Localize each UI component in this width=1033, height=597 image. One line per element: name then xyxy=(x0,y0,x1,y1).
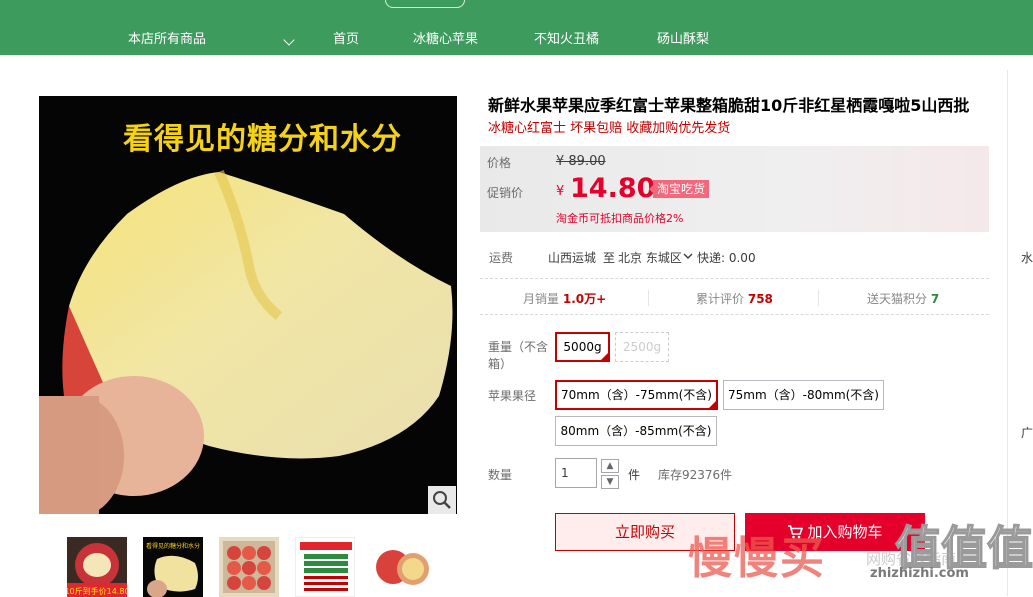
thumb-apple-halves xyxy=(376,550,429,585)
nav-home[interactable]: 首页 xyxy=(333,31,359,49)
thumb-apple-box xyxy=(223,541,275,593)
watermark-url: zhizhizhi.com xyxy=(870,566,969,581)
apple-slice-illustration xyxy=(39,169,453,514)
main-product-image[interactable]: 看得见的糖分和水分 xyxy=(39,96,457,514)
weight-option-2500g[interactable]: 2500g xyxy=(615,332,669,362)
magnifier-icon xyxy=(433,491,451,509)
stat-separator xyxy=(818,290,819,306)
promo-price: 14.80 xyxy=(570,173,656,204)
thumbnail-5[interactable] xyxy=(371,537,431,597)
monthly-sales-label: 月销量 xyxy=(523,292,560,306)
nav-orange[interactable]: 不知火丑橘 xyxy=(534,31,599,49)
zoom-button[interactable] xyxy=(428,486,456,514)
chevron-down-icon[interactable] xyxy=(283,34,295,46)
thumb-price-text: 10斤到手价14.80 xyxy=(67,586,127,596)
diameter-option-80-85[interactable]: 80mm（含）-85mm(不含) xyxy=(555,416,717,446)
original-price: ¥ 89.00 xyxy=(556,154,606,169)
monthly-sales: 月销量 1.0万+ xyxy=(523,290,606,307)
tmall-points-value: 7 xyxy=(930,292,940,306)
ship-destination[interactable]: 北京 东城区 xyxy=(618,249,682,266)
divider xyxy=(480,278,989,279)
diameter-label: 苹果果径 xyxy=(488,389,537,403)
shipping-label: 运费 xyxy=(489,251,514,265)
quantity-label: 数量 xyxy=(488,468,513,482)
favorite-pill[interactable] xyxy=(385,0,465,8)
side-panel-text: 广 xyxy=(1021,426,1033,440)
top-nav: 本店所有商品 首页 冰糖心苹果 不知火丑橘 砀山酥梨 xyxy=(0,0,1033,55)
price-label: 价格 xyxy=(487,156,512,170)
thumbnail-3[interactable] xyxy=(219,537,279,597)
thumbnail-4[interactable] xyxy=(295,537,355,597)
thumb-caption-text: 看得见的糖分和水分 xyxy=(146,542,200,550)
nav-all-products[interactable]: 本店所有商品 xyxy=(128,31,206,49)
nav-apple[interactable]: 冰糖心苹果 xyxy=(413,31,478,49)
diameter-option-70-75[interactable]: 70mm（含）-75mm(不含) xyxy=(555,380,718,410)
quantity-unit: 件 xyxy=(628,468,641,482)
quantity-input[interactable]: 1 xyxy=(555,458,597,488)
thumb-apple-slice: 看得见的糖分和水分 xyxy=(146,542,200,597)
coin-discount-note: 淘金币可抵扣商品价格2% xyxy=(556,212,684,225)
product-title: 新鲜水果苹果应季红富士苹果整箱脆甜10斤非红星栖霞嘎啦5山西批 xyxy=(488,96,970,115)
ship-to: 至 xyxy=(603,251,616,265)
quantity-decrease-button[interactable]: ▼ xyxy=(601,475,619,489)
ship-origin: 山西运城 xyxy=(548,251,597,265)
quantity-increase-button[interactable]: ▲ xyxy=(601,459,619,473)
diameter-option-75-80[interactable]: 75mm（含）-80mm(不含) xyxy=(723,380,884,410)
product-subtitle: 冰糖心红富士 坏果包赔 收藏加购优先发货 xyxy=(488,121,731,136)
express-fee: 快递: 0.00 xyxy=(697,251,756,265)
tmall-points-label: 送天猫积分 xyxy=(867,292,928,306)
promo-price-label: 促销价 xyxy=(487,186,524,200)
monthly-sales-value: 1.0万+ xyxy=(562,292,607,306)
review-count[interactable]: 累计评价 758 xyxy=(696,290,773,307)
chevron-down-icon[interactable] xyxy=(683,251,693,261)
divider xyxy=(480,314,989,315)
review-count-label: 累计评价 xyxy=(696,292,745,306)
side-panel-text: 水 xyxy=(1021,251,1033,265)
tmall-points: 送天猫积分 7 xyxy=(867,290,939,307)
thumb-apple-cut: 10斤到手价14.80 xyxy=(67,543,127,597)
currency-symbol: ¥ xyxy=(556,184,565,199)
thumbnail-1[interactable]: 10斤到手价14.80 xyxy=(67,537,127,597)
nav-pear[interactable]: 砀山酥梨 xyxy=(657,31,709,49)
stat-separator xyxy=(648,290,649,306)
promo-badge[interactable]: 淘宝吃货 xyxy=(648,180,710,198)
thumbnail-2[interactable]: 看得见的糖分和水分 xyxy=(143,537,203,597)
weight-label: 重量（不含箱） xyxy=(488,340,549,371)
watermark-manmanbuy: 慢慢买 xyxy=(688,533,826,584)
weight-option-5000g[interactable]: 5000g xyxy=(555,332,610,362)
stock-count: 库存92376件 xyxy=(658,468,733,482)
review-count-value: 758 xyxy=(747,292,773,306)
thumb-size-chart xyxy=(300,542,352,591)
